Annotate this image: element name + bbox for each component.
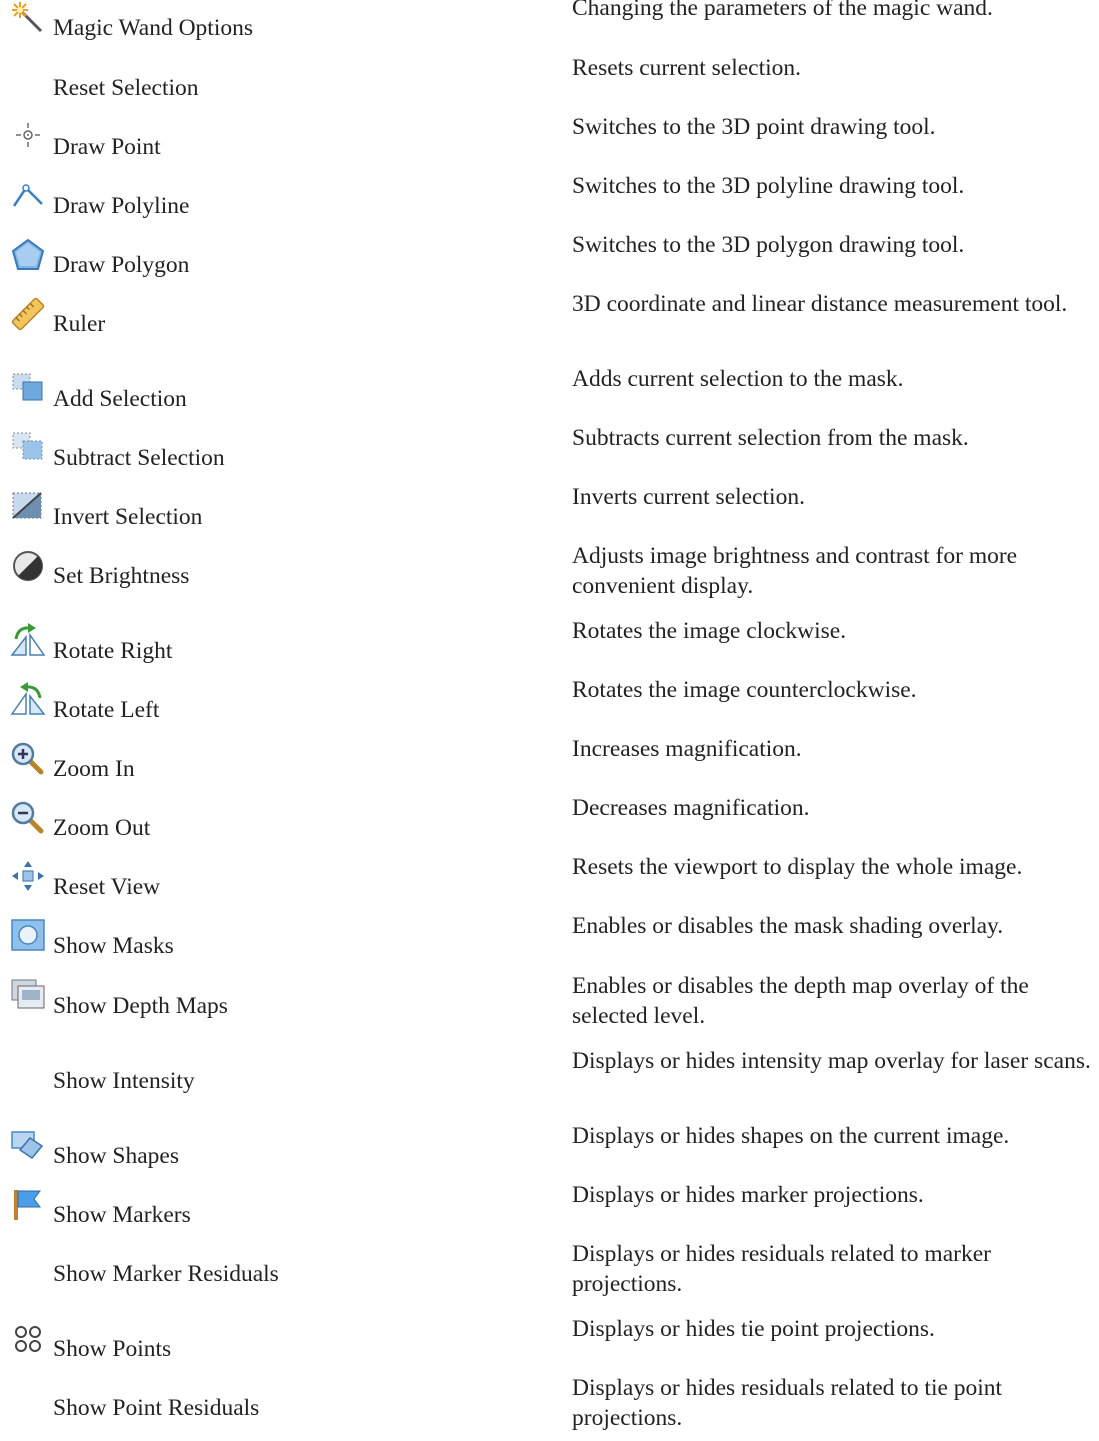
- tool-name: Show Depth Maps: [53, 993, 228, 1019]
- rotate-right-icon: [10, 623, 46, 659]
- tool-description: Switches to the 3D point drawing tool.: [572, 114, 936, 140]
- subtract-selection-icon: [10, 430, 46, 466]
- tool-description: Inverts current selection.: [572, 484, 805, 510]
- reset-view-icon: [10, 859, 46, 895]
- draw-polygon-icon: [10, 237, 46, 273]
- tool-name: Draw Point: [53, 134, 161, 160]
- tool-name: Magic Wand Options: [53, 15, 254, 41]
- draw-polyline-icon: [10, 178, 46, 214]
- tool-name: Show Shapes: [53, 1143, 179, 1169]
- tool-description: Rotates the image counterclockwise.: [572, 677, 917, 703]
- tool-description: Adjusts image brightness and contrast fo…: [572, 543, 1018, 599]
- ruler-icon: [10, 296, 46, 332]
- tool-description: Switches to the 3D polyline drawing tool…: [572, 173, 965, 199]
- tool-description: Switches to the 3D polygon drawing tool.: [572, 232, 965, 258]
- tool-name: Ruler: [53, 311, 106, 337]
- tool-description: Displays or hides intensity map overlay …: [572, 1048, 1091, 1074]
- add-selection-icon: [10, 371, 46, 407]
- tool-description: Resets the viewport to display the whole…: [572, 854, 1023, 880]
- zoom-out-icon: [10, 800, 46, 836]
- tool-name: Rotate Right: [53, 638, 173, 664]
- tool-description: Displays or hides marker projections.: [572, 1182, 924, 1208]
- show-masks-icon: [10, 918, 46, 954]
- brightness-icon: [10, 548, 46, 584]
- tool-name: Zoom Out: [53, 815, 151, 841]
- tool-name: Rotate Left: [53, 697, 160, 723]
- tool-description: Displays or hides residuals related to t…: [572, 1375, 1003, 1431]
- tool-name: Show Masks: [53, 933, 174, 959]
- tool-description: Subtracts current selection from the mas…: [572, 425, 969, 451]
- show-depth-maps-icon: [10, 978, 46, 1014]
- tool-name: Zoom In: [53, 756, 135, 782]
- tool-name: Show Points: [53, 1336, 172, 1362]
- rotate-left-icon: [10, 682, 46, 718]
- tool-description: Enables or disables the mask shading ove…: [572, 913, 1004, 939]
- tool-description: Resets current selection.: [572, 55, 802, 81]
- tool-description: Displays or hides residuals related to m…: [572, 1241, 991, 1297]
- tool-description: Rotates the image clockwise.: [572, 618, 847, 644]
- tool-description: Displays or hides tie point projections.: [572, 1316, 935, 1342]
- tool-name: Draw Polygon: [53, 252, 190, 278]
- zoom-in-icon: [10, 741, 46, 777]
- tool-name: Draw Polyline: [53, 193, 190, 219]
- tool-name: Set Brightness: [53, 563, 190, 589]
- show-shapes-icon: [10, 1128, 46, 1164]
- invert-selection-icon: [10, 489, 46, 525]
- tool-name: Show Intensity: [53, 1068, 195, 1094]
- tool-name: Subtract Selection: [53, 445, 225, 471]
- tool-name: Show Point Residuals: [53, 1395, 260, 1421]
- tool-name: Show Markers: [53, 1202, 191, 1228]
- tool-description: 3D coordinate and linear distance measur…: [572, 291, 1068, 317]
- tool-name: Add Selection: [53, 386, 187, 412]
- tool-description: Adds current selection to the mask.: [572, 366, 904, 392]
- tool-name: Reset View: [53, 874, 161, 900]
- tool-description: Enables or disables the depth map overla…: [572, 973, 1029, 1029]
- show-points-icon: [10, 1321, 46, 1357]
- tool-description: Changing the parameters of the magic wan…: [572, 0, 993, 21]
- tool-name: Reset Selection: [53, 75, 199, 101]
- draw-point-icon: [10, 119, 46, 155]
- magic-wand-icon: [10, 0, 46, 36]
- tool-name: Show Marker Residuals: [53, 1261, 279, 1287]
- tool-name: Invert Selection: [53, 504, 203, 530]
- show-markers-icon: [10, 1187, 46, 1223]
- tool-description: Decreases magnification.: [572, 795, 810, 821]
- tool-description: Displays or hides shapes on the current …: [572, 1123, 1010, 1149]
- tool-description: Increases magnification.: [572, 736, 802, 762]
